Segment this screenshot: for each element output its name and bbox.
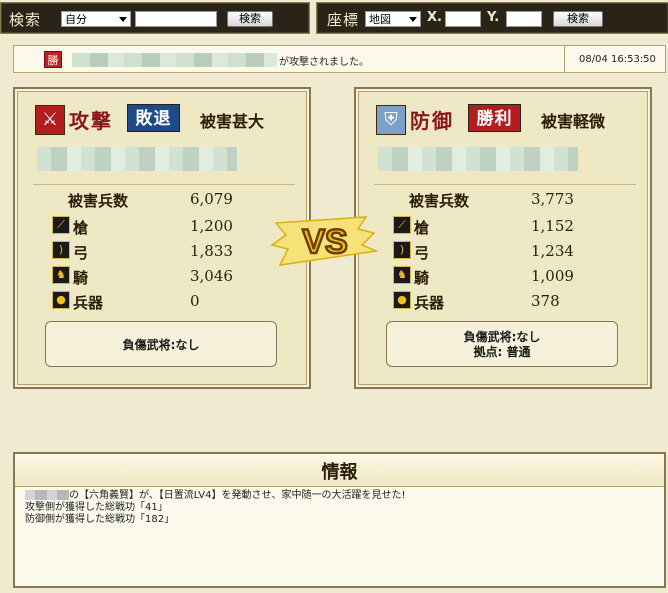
x-coord-input[interactable] xyxy=(445,11,481,27)
unit-label: 槍 xyxy=(73,219,89,237)
spear-icon: ⟋ xyxy=(52,216,70,234)
unit-value: 1,833 xyxy=(190,242,233,260)
attacker-unit-row: ● 兵器 0 xyxy=(15,289,313,312)
attacker-result-badge: 敗退 xyxy=(127,104,180,132)
x-label: X. xyxy=(427,10,442,25)
unit-value: 1,009 xyxy=(531,267,574,285)
info-body: の【六角義賢】が、【日置流LV4】を発動させ、家中随一の大活躍を見せた! 攻撃側… xyxy=(25,490,405,526)
horse-icon: ♞ xyxy=(52,266,70,284)
unit-value: 3,046 xyxy=(190,267,233,285)
attacker-panel: ⚔ 攻撃 敗退 被害甚大 被害兵数 6,079 ⟋ 槍 1,200 ) 弓 1,… xyxy=(13,87,311,389)
redacted-name xyxy=(72,53,277,67)
victory-icon: 勝 xyxy=(44,51,62,68)
defender-panel: ⛨ 防御 勝利 被害軽微 被害兵数 3,773 ⟋ 槍 1,152 ) 弓 1,… xyxy=(354,87,652,389)
unit-label: 兵器 xyxy=(414,294,445,312)
unit-label: 弓 xyxy=(414,244,430,262)
redacted-attacker-name xyxy=(37,147,237,171)
report-message-bar: 勝 が攻撃されました。 08/04 16:53:50 xyxy=(13,45,666,73)
info-title: 情報 xyxy=(321,462,358,483)
search-input[interactable] xyxy=(135,11,217,27)
horse-icon: ♞ xyxy=(393,266,411,284)
attacker-injured-box: 負傷武将:なし xyxy=(45,321,277,367)
injured-generals: 負傷武将:なし xyxy=(463,330,541,344)
shield-icon: ⛨ xyxy=(376,105,406,135)
search-button[interactable]: 検索 xyxy=(227,11,273,27)
divider xyxy=(33,184,295,185)
unit-label: 弓 xyxy=(73,244,89,262)
bow-icon: ) xyxy=(52,241,70,259)
defender-damage-level: 被害軽微 xyxy=(541,112,606,131)
defender-unit-row: ♞ 騎 1,009 xyxy=(356,264,654,287)
unit-label: 騎 xyxy=(414,269,430,287)
redacted-defender-name xyxy=(378,147,578,171)
unit-value: 1,200 xyxy=(190,217,233,235)
y-label: Y. xyxy=(487,10,500,25)
defender-injured-box: 負傷武将:なし 拠点: 普通 xyxy=(386,321,618,367)
info-line: の【六角義賢】が、【日置流LV4】を発動させ、家中随一の大活躍を見せた! xyxy=(25,490,405,502)
chevron-down-icon xyxy=(119,17,127,22)
unit-value: 1,234 xyxy=(531,242,574,260)
unit-label: 兵器 xyxy=(73,294,104,312)
defender-unit-row: ⟋ 槍 1,152 xyxy=(356,214,654,237)
unit-label: 騎 xyxy=(73,269,89,287)
attacker-side-label: 攻撃 xyxy=(69,109,113,133)
search-toolbar: 検索 自分 検索 xyxy=(0,2,310,34)
total-casualties-label: 被害兵数 xyxy=(68,192,129,210)
defender-side-label: 防御 xyxy=(410,109,454,133)
spear-icon: ⟋ xyxy=(393,216,411,234)
defender-total-row: 被害兵数 3,773 xyxy=(356,187,654,210)
unit-value: 1,152 xyxy=(531,217,574,235)
search-scope-select[interactable]: 自分 xyxy=(61,11,131,27)
vs-badge: VS xyxy=(270,216,379,266)
report-timestamp: 08/04 16:53:50 xyxy=(579,54,656,65)
injured-generals: 負傷武将:なし xyxy=(122,338,200,352)
total-casualties-value: 3,773 xyxy=(531,190,574,208)
info-line: 攻撃側が獲得した総戦功「41」 xyxy=(25,502,168,513)
defender-unit-row: ) 弓 1,234 xyxy=(356,239,654,262)
redacted-name xyxy=(25,490,69,500)
report-message: が攻撃されました。 xyxy=(279,57,369,68)
total-casualties-value: 6,079 xyxy=(190,190,233,208)
base-status: 拠点: 普通 xyxy=(473,345,531,359)
crossed-swords-icon: ⚔ xyxy=(35,105,65,135)
coord-scope-value: 地図 xyxy=(369,13,391,26)
chevron-down-icon xyxy=(409,17,417,22)
vs-text: VS xyxy=(302,223,347,261)
info-line: 防御側が獲得した総戦功「182」 xyxy=(25,514,175,525)
divider xyxy=(564,46,565,72)
search-scope-value: 自分 xyxy=(65,13,87,26)
unit-label: 槍 xyxy=(414,219,430,237)
defender-unit-row: ● 兵器 378 xyxy=(356,289,654,312)
bow-icon: ) xyxy=(393,241,411,259)
siege-icon: ● xyxy=(52,291,70,309)
siege-icon: ● xyxy=(393,291,411,309)
info-section: 情報 の【六角義賢】が、【日置流LV4】を発動させ、家中随一の大活躍を見せた! … xyxy=(13,452,666,588)
unit-value: 378 xyxy=(531,292,560,310)
info-header: 情報 xyxy=(15,454,664,487)
search-label: 検索 xyxy=(9,11,42,29)
coord-scope-select[interactable]: 地図 xyxy=(365,11,421,27)
attacker-damage-level: 被害甚大 xyxy=(200,112,265,131)
y-coord-input[interactable] xyxy=(506,11,542,27)
defender-result-badge: 勝利 xyxy=(468,104,521,132)
attacker-unit-row: ♞ 騎 3,046 xyxy=(15,264,313,287)
info-line-text: の【六角義賢】が、【日置流LV4】を発動させ、家中随一の大活躍を見せた! xyxy=(69,490,406,501)
coord-search-button[interactable]: 検索 xyxy=(553,11,603,27)
unit-value: 0 xyxy=(190,292,200,310)
coord-toolbar: 座標 地図 X. Y. 検索 xyxy=(316,2,668,34)
attacker-total-row: 被害兵数 6,079 xyxy=(15,187,313,210)
attacker-unit-row: ) 弓 1,833 xyxy=(15,239,313,262)
divider xyxy=(374,184,636,185)
coord-label: 座標 xyxy=(327,11,360,29)
attacker-unit-row: ⟋ 槍 1,200 xyxy=(15,214,313,237)
total-casualties-label: 被害兵数 xyxy=(409,192,470,210)
